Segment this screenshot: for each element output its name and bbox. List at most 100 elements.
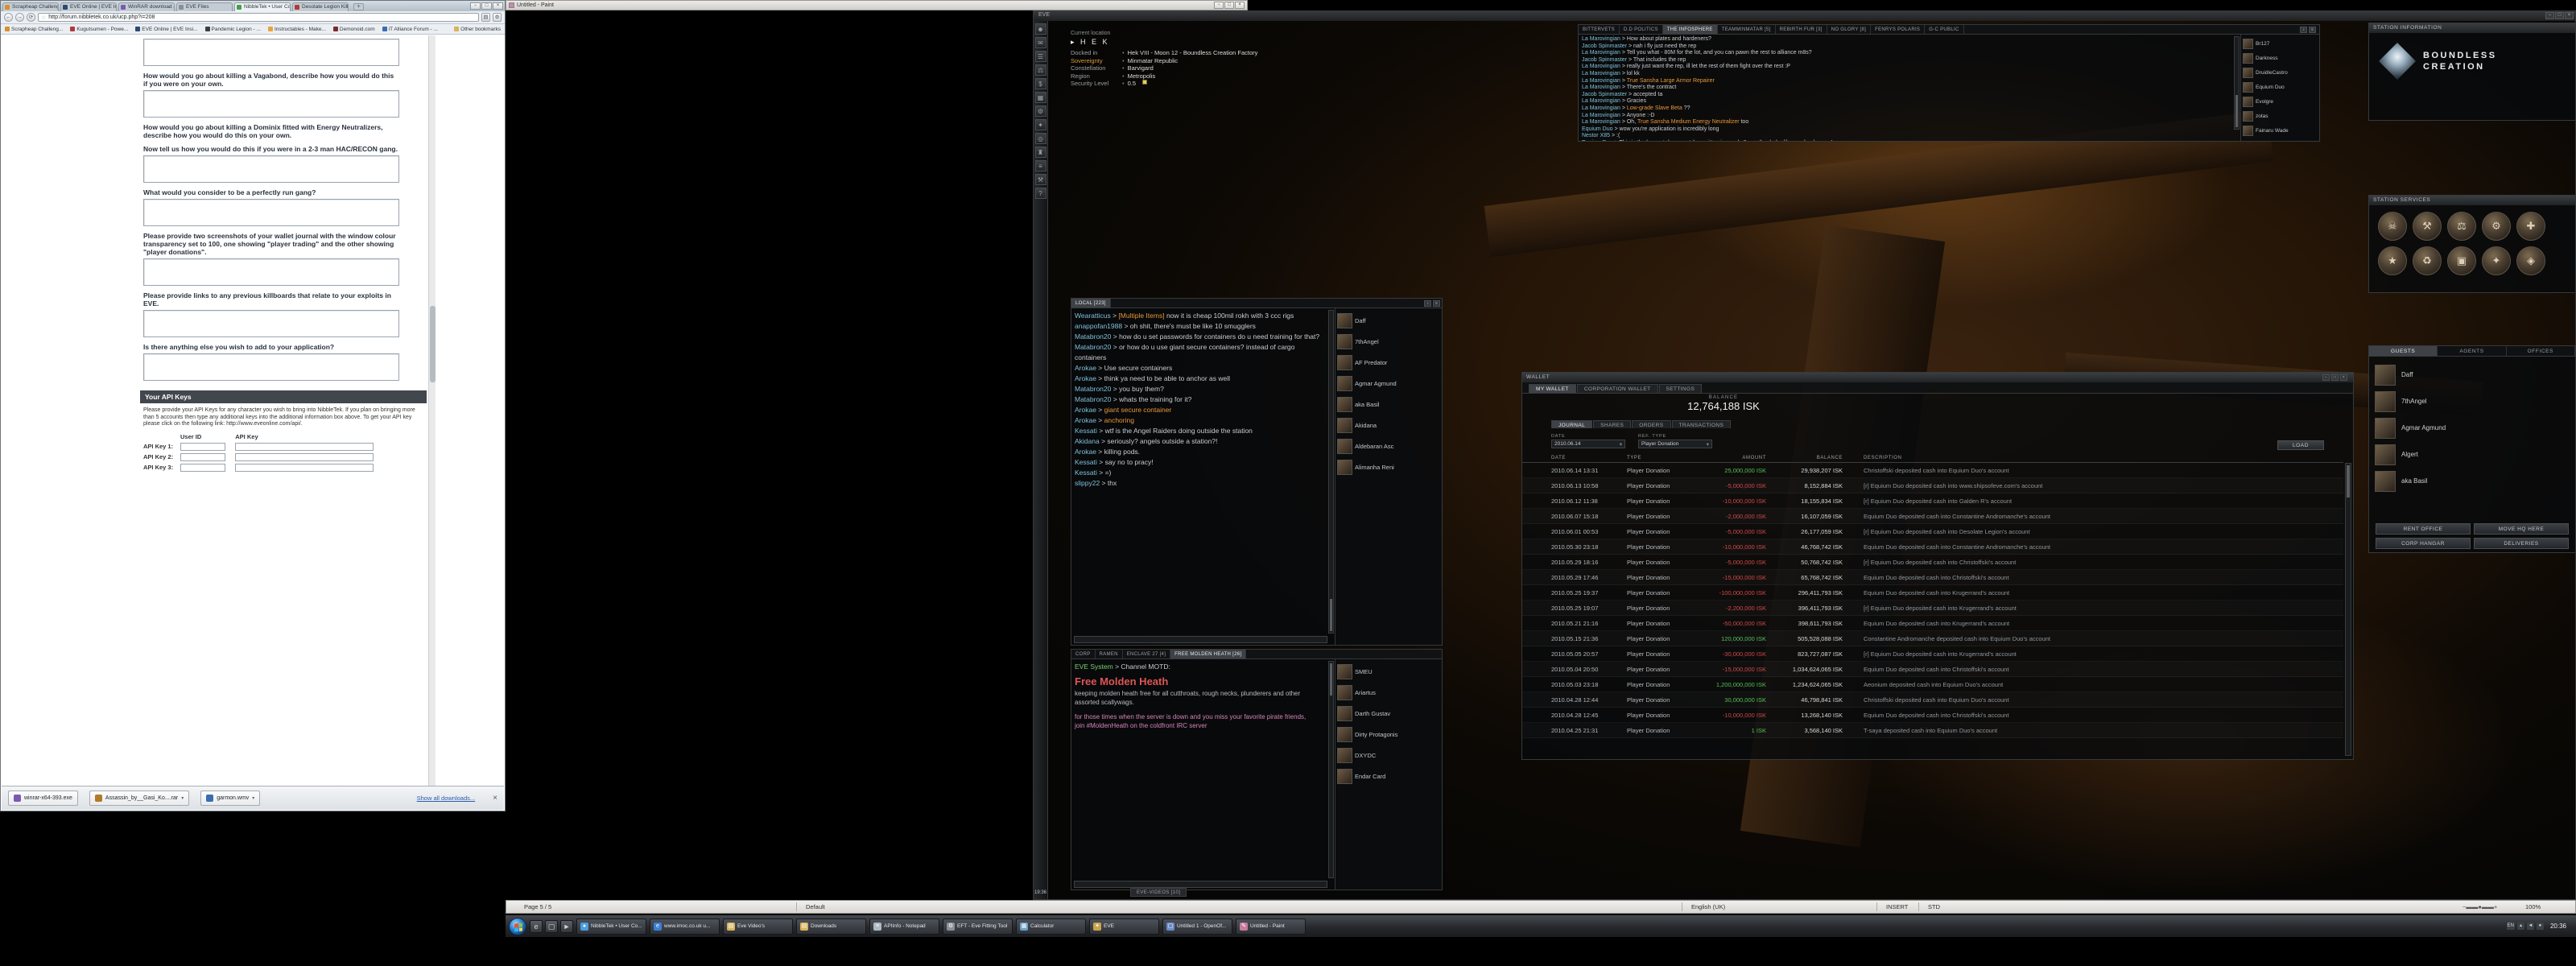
- deliveries-button[interactable]: DELIVERIES: [2474, 538, 2569, 549]
- wallet-journal-row[interactable]: 2010.04.25 21:31Player Donation1 ISK3,56…: [1522, 723, 2343, 738]
- tab-the-infosphere[interactable]: The Infosphere: [1663, 25, 1718, 34]
- log-icon[interactable]: ≡: [1035, 160, 1046, 171]
- chat-sender[interactable]: Arokae: [1075, 374, 1096, 382]
- item-link[interactable]: Low-grade Slave Beta: [1627, 105, 1682, 111]
- answer-textarea[interactable]: [143, 310, 399, 337]
- member-entry[interactable]: DruidleCastro: [2243, 65, 2318, 80]
- antivirus-icon[interactable]: ●: [2537, 923, 2544, 930]
- wallet-scrollbar[interactable]: [2345, 463, 2351, 756]
- network-icon[interactable]: ▴: [2517, 923, 2524, 930]
- character-sheet-icon[interactable]: ☻: [1035, 23, 1046, 35]
- chat-sender[interactable]: La Marovingian: [1582, 105, 1620, 111]
- scrollbar-thumb[interactable]: [1330, 599, 1332, 631]
- browser-tab[interactable]: WinRAR download and ...: [118, 2, 175, 11]
- chat-sender[interactable]: La Marovingian: [1582, 36, 1620, 42]
- close-button[interactable]: ×: [2340, 374, 2347, 381]
- browser-tab[interactable]: EVE Online | EVE Insider ...: [60, 2, 117, 11]
- min-button[interactable]: −: [2545, 12, 2554, 19]
- chat-sender[interactable]: La Marovingian: [1582, 78, 1620, 84]
- browser-tab[interactable]: Scrapheap Challenge ...: [2, 2, 59, 11]
- chat-input-field[interactable]: [1074, 881, 1327, 888]
- taskbar-button[interactable]: ≡APIInfo - Notepad: [869, 919, 939, 935]
- bookmark-item[interactable]: Kugutsumen - Powe...: [70, 27, 128, 32]
- browser-tab[interactable]: EVE Files: [176, 2, 233, 11]
- chat-sender[interactable]: Kessati: [1075, 427, 1097, 435]
- max-button[interactable]: □: [2331, 374, 2339, 381]
- scrollbar-thumb[interactable]: [2347, 465, 2350, 497]
- max-button[interactable]: □: [481, 2, 492, 10]
- chat-sender[interactable]: Equium Duo: [1582, 140, 1613, 141]
- wallet-journal-row[interactable]: 2010.05.25 19:07Player Donation-2,200,00…: [1522, 601, 2343, 616]
- wallet-journal-row[interactable]: 2010.05.29 18:16Player Donation-5,000,00…: [1522, 555, 2343, 570]
- chat-sender[interactable]: anappofan1988: [1075, 322, 1122, 330]
- taskbar-button[interactable]: ▤Downloads: [796, 919, 866, 935]
- member-entry[interactable]: Aldebaran Asc: [1337, 436, 1440, 456]
- tab-local[interactable]: Local [223]: [1071, 299, 1111, 308]
- repair-shop-icon[interactable]: ⚒: [2413, 212, 2442, 241]
- download-menu-icon[interactable]: ▾: [252, 795, 254, 801]
- chat-sender[interactable]: slippy22: [1075, 479, 1100, 487]
- internet-explorer-icon[interactable]: e: [530, 920, 543, 933]
- medical-bay-icon[interactable]: ✚: [2516, 212, 2545, 241]
- max-button[interactable]: □: [1224, 2, 1234, 9]
- taskbar-button[interactable]: ▤Eve Video's: [723, 919, 793, 935]
- other-bookmarks-folder[interactable]: Other bookmarks: [454, 27, 501, 32]
- column-header-type[interactable]: TYPE: [1627, 456, 1641, 460]
- close-button[interactable]: ×: [1235, 2, 1245, 9]
- browser-tab[interactable]: Desolate Legion Killboar...: [292, 2, 349, 11]
- address-bar[interactable]: ☆ http://forum.nibbletek.co.uk/ucp.php?i…: [38, 13, 479, 22]
- insurance-icon[interactable]: ✦: [2482, 246, 2511, 275]
- refresh-button[interactable]: ⟳: [27, 13, 35, 22]
- chat-sender[interactable]: Matabron20: [1075, 343, 1111, 351]
- chat-sender[interactable]: Equium Duo: [1582, 126, 1613, 132]
- taskbar-button[interactable]: ⚙EFT - Eve Fitting Tool: [943, 919, 1013, 935]
- member-entry[interactable]: Endar Card: [1337, 766, 1440, 786]
- member-entry[interactable]: Equium Duo: [2243, 80, 2318, 94]
- tab-bittervets[interactable]: Bittervets: [1579, 25, 1620, 34]
- bookmark-item[interactable]: Instructables - Make...: [268, 27, 326, 32]
- tab-settings[interactable]: Settings: [1659, 384, 1703, 393]
- member-entry[interactable]: Daff: [1337, 310, 1440, 331]
- wallet-journal-row[interactable]: 2010.06.07 15:18Player Donation-2,000,00…: [1522, 509, 2343, 524]
- selection-mode-indicator[interactable]: STD: [1928, 903, 1940, 910]
- min-button[interactable]: −: [470, 2, 481, 10]
- wallet-journal-row[interactable]: 2010.05.15 21:36Player Donation120,000,0…: [1522, 631, 2343, 646]
- chat-sender[interactable]: Nestor X85: [1582, 133, 1610, 138]
- tab-my-wallet[interactable]: My Wallet: [1529, 384, 1576, 393]
- paragraph-style-indicator[interactable]: Default: [806, 903, 825, 910]
- page-scrollbar[interactable]: [428, 35, 436, 786]
- chat-scrollbar[interactable]: [1328, 661, 1334, 878]
- insert-mode-indicator[interactable]: INSERT: [1886, 903, 1908, 910]
- member-entry[interactable]: AF Predator: [1337, 352, 1440, 373]
- guest-entry[interactable]: aka Basil: [2375, 468, 2570, 494]
- guest-entry[interactable]: Daff: [2375, 361, 2570, 388]
- answer-textarea[interactable]: [143, 353, 399, 381]
- scrollbar-thumb[interactable]: [430, 306, 436, 382]
- location-value[interactable]: 0.5: [1128, 80, 1136, 88]
- download-menu-icon[interactable]: ▾: [181, 795, 184, 801]
- member-entry[interactable]: aka Basil: [1337, 394, 1440, 415]
- map-icon[interactable]: ✦: [1035, 119, 1046, 130]
- zoom-slider[interactable]: −▬▬●▬▬+: [2462, 903, 2497, 910]
- answer-textarea[interactable]: [143, 39, 399, 66]
- member-entry[interactable]: Darth Gustav: [1337, 703, 1440, 724]
- agent-missions-icon[interactable]: ★: [2378, 246, 2407, 275]
- bookmark-item[interactable]: iT Alliance Forum - ...: [382, 27, 438, 32]
- wallet-journal-row[interactable]: 2010.06.01 00:53Player Donation-5,000,00…: [1522, 524, 2343, 539]
- chat-sender[interactable]: Arokae: [1075, 416, 1096, 424]
- eve-window-titlebar[interactable]: EVE: [1034, 11, 2575, 21]
- tab-fenrys-polaris[interactable]: Fenrys Polaris: [1871, 25, 1925, 34]
- chat-sender[interactable]: Jacob Spinmaster: [1582, 43, 1627, 49]
- guest-entry[interactable]: Agmar Agmund: [2375, 415, 2570, 441]
- download-item[interactable]: winrar-x64-393.exe: [8, 791, 78, 806]
- chat-sender[interactable]: Matabron20: [1075, 395, 1111, 403]
- show-all-downloads-link[interactable]: Show all downloads...: [417, 795, 476, 802]
- taskbar-button[interactable]: ✦EVE: [1089, 919, 1159, 935]
- tab-rebirth-fur-3-[interactable]: Rebirth FUR [3]: [1776, 25, 1827, 34]
- volume-icon[interactable]: ◄: [2527, 923, 2534, 930]
- mail-icon[interactable]: ✉: [1035, 37, 1046, 48]
- column-header-date[interactable]: DATE: [1551, 456, 1566, 460]
- member-entry[interactable]: Dirty Protagonis: [1337, 724, 1440, 745]
- bookmark-item[interactable]: Pandemic Legion - ...: [205, 27, 261, 32]
- wallet-journal-row[interactable]: 2010.04.28 12:44Player Donation30,000,00…: [1522, 692, 2343, 708]
